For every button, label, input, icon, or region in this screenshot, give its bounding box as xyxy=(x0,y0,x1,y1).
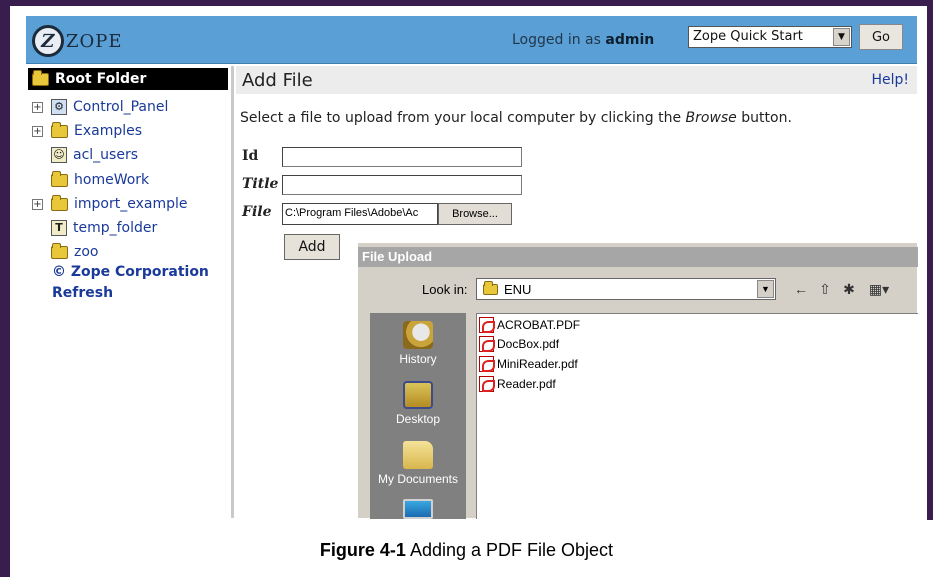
browse-button[interactable]: Browse... xyxy=(438,203,512,225)
pdf-file-icon xyxy=(479,336,495,352)
history-icon xyxy=(403,321,433,349)
logged-in-status: Logged in as admin xyxy=(512,32,654,48)
tree-item-label: Control_Panel xyxy=(73,99,169,115)
tree-item-control-panel[interactable]: + ⚙ Control_Panel xyxy=(32,97,168,117)
file-item-acrobat[interactable]: ACROBAT.PDF xyxy=(479,316,580,334)
zope-logo-icon: Z xyxy=(32,25,64,57)
quickstart-select[interactable]: Zope Quick Start ▼ xyxy=(688,26,852,48)
tree-item-label: import_example xyxy=(74,196,188,212)
page-border-top xyxy=(0,0,933,6)
pdf-file-icon xyxy=(479,356,495,372)
logged-in-user: admin xyxy=(605,32,655,48)
pdf-file-icon xyxy=(479,317,495,333)
tree-item-label: homeWork xyxy=(74,172,150,188)
tree-item-label: acl_users xyxy=(73,147,138,163)
help-link[interactable]: Help! xyxy=(871,72,909,88)
folder-icon xyxy=(32,69,49,86)
folder-icon xyxy=(483,280,498,295)
zope-corporation-link[interactable]: © Zope Corporation xyxy=(52,264,209,280)
navigation-tree: Root Folder + ⚙ Control_Panel + Examples… xyxy=(26,66,234,518)
up-folder-icon[interactable]: ⇧ xyxy=(816,280,834,298)
tree-item-label: temp_folder xyxy=(73,220,158,236)
place-desktop[interactable]: Desktop xyxy=(370,381,466,426)
my-documents-icon xyxy=(403,441,433,469)
tree-root-folder[interactable]: Root Folder xyxy=(28,68,228,90)
logo-text: ZOPE xyxy=(66,30,123,52)
new-folder-icon[interactable]: ✱ xyxy=(840,280,858,298)
my-computer-icon[interactable] xyxy=(403,499,433,519)
zope-logo[interactable]: Z ZOPE xyxy=(32,24,123,58)
add-button[interactable]: Add xyxy=(284,234,340,260)
look-in-label: Look in: xyxy=(422,282,468,297)
quickstart-value: Zope Quick Start xyxy=(693,29,803,44)
back-arrow-icon[interactable]: ← xyxy=(792,280,810,298)
tree-item-homework[interactable]: homeWork xyxy=(32,170,149,190)
id-field[interactable] xyxy=(282,147,522,167)
places-bar: History Desktop My Documents xyxy=(370,313,466,519)
page-title: Add File xyxy=(242,70,313,91)
expand-plus-icon[interactable]: + xyxy=(32,125,43,137)
chevron-down-icon[interactable]: ▼ xyxy=(833,28,850,46)
tree-item-acl-users[interactable]: ☺ acl_users xyxy=(32,145,138,165)
refresh-link[interactable]: Refresh xyxy=(52,285,113,301)
browse-emphasis: Browse xyxy=(685,110,737,126)
folder-icon xyxy=(51,242,68,259)
figure-caption: Figure 4-1 Adding a PDF File Object xyxy=(0,540,933,561)
tree-item-zoo[interactable]: zoo xyxy=(32,242,98,262)
expand-plus-icon[interactable]: + xyxy=(32,101,43,113)
figure-title: Adding a PDF File Object xyxy=(409,540,614,560)
root-folder-label: Root Folder xyxy=(55,71,147,87)
id-label: Id xyxy=(242,148,259,164)
figure-number: Figure 4-1 xyxy=(319,540,406,560)
look-in-value: ENU xyxy=(504,281,532,297)
logged-in-prefix: Logged in as xyxy=(512,32,601,48)
folder-icon xyxy=(51,170,68,187)
tree-item-examples[interactable]: + Examples xyxy=(32,121,142,141)
file-item-minireader[interactable]: MiniReader.pdf xyxy=(479,355,578,373)
file-label: File xyxy=(242,204,272,220)
user-folder-icon: ☺ xyxy=(51,147,67,163)
place-history[interactable]: History xyxy=(370,321,466,366)
tree-item-temp-folder[interactable]: T temp_folder xyxy=(32,218,157,238)
chevron-down-icon[interactable]: ▼ xyxy=(757,280,774,298)
file-item-reader[interactable]: Reader.pdf xyxy=(479,375,556,393)
tree-item-import-example[interactable]: + import_example xyxy=(32,194,187,214)
view-menu-icon[interactable]: ▦▾ xyxy=(866,280,892,298)
file-list: ACROBAT.PDF DocBox.pdf MiniReader.pdf Re… xyxy=(476,313,918,519)
place-my-documents[interactable]: My Documents xyxy=(370,441,466,486)
tree-item-label: Examples xyxy=(74,123,143,139)
file-upload-dialog: File Upload Look in: ENU ▼ ← ⇧ ✱ ▦▾ Hist… xyxy=(357,242,918,519)
folder-icon xyxy=(51,121,68,138)
desktop-icon xyxy=(403,381,433,409)
tree-item-label: zoo xyxy=(74,244,99,260)
control-panel-icon: ⚙ xyxy=(51,99,67,115)
pdf-file-icon xyxy=(479,376,495,392)
look-in-select[interactable]: ENU ▼ xyxy=(476,278,776,300)
expand-plus-icon[interactable]: + xyxy=(32,198,43,210)
page-border-left xyxy=(0,0,10,577)
dialog-title[interactable]: File Upload xyxy=(358,247,918,267)
main-title-bar: Add File Help! xyxy=(236,66,917,94)
title-field[interactable] xyxy=(282,175,522,195)
page-border-right xyxy=(927,0,933,520)
zope-header: Z ZOPE Logged in as admin Zope Quick Sta… xyxy=(26,16,917,64)
file-path-field[interactable]: C:\Program Files\Adobe\Ac xyxy=(282,203,438,225)
instructions-text: Select a file to upload from your local … xyxy=(240,110,792,126)
title-label: Title xyxy=(242,176,279,192)
folder-icon xyxy=(51,194,68,211)
file-item-docbox[interactable]: DocBox.pdf xyxy=(479,335,559,353)
go-button[interactable]: Go xyxy=(859,24,903,50)
temp-folder-icon: T xyxy=(51,220,67,236)
